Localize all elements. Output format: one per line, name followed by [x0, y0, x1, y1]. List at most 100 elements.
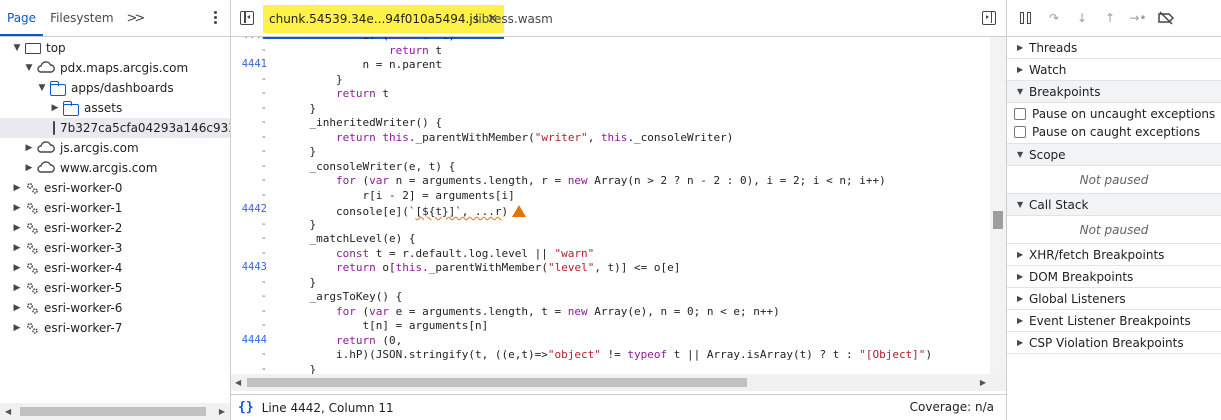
expand-icon[interactable]: ▶ [12, 243, 22, 253]
code-line[interactable]: if (null != t) [283, 37, 455, 43]
editor-tab-chunk[interactable]: chunk.54539.34e...94f010a5494.js ✕ [263, 5, 504, 39]
line-number[interactable]: 4441 [242, 58, 267, 72]
line-number[interactable]: - [261, 247, 267, 261]
deactivate-breakpoints-icon[interactable] [1157, 9, 1175, 27]
tree-item[interactable]: ▶ esri-worker-2 [0, 218, 230, 238]
line-number[interactable]: - [261, 305, 267, 319]
scroll-left-icon[interactable]: ◀ [235, 378, 241, 387]
code-line[interactable]: const t = r.default.log.level || "warn" [283, 247, 594, 261]
tab-filesystem[interactable]: Filesystem [43, 0, 120, 36]
toggle-debugger-icon[interactable] [982, 11, 996, 25]
tree-item[interactable]: ▶ esri-worker-3 [0, 238, 230, 258]
code-line[interactable]: } [283, 276, 316, 290]
code-line[interactable]: _argsToKey() { [283, 290, 402, 304]
tree-item[interactable]: ▶ js.arcgis.com [0, 138, 230, 158]
section-scope[interactable]: ▼ Scope [1007, 144, 1221, 166]
more-tabs-button[interactable]: >> [121, 0, 149, 36]
code-line[interactable]: t[n] = arguments[n] [283, 319, 488, 333]
line-number[interactable]: - [261, 102, 267, 116]
tree-item[interactable]: ▶ assets [0, 98, 230, 118]
line-number[interactable]: - [261, 73, 267, 87]
code-line[interactable]: return t [283, 44, 442, 58]
code-line[interactable]: return o[this._parentWithMember("level",… [283, 261, 680, 275]
line-number[interactable]: - [261, 189, 267, 203]
section-breakpoints[interactable]: ▼ Breakpoints [1007, 81, 1221, 103]
expand-icon[interactable]: ▶ [24, 143, 34, 153]
scroll-left-icon[interactable]: ◀ [5, 407, 11, 416]
section-watch[interactable]: ▶ Watch [1007, 59, 1221, 81]
tree-item[interactable]: ▶ esri-worker-5 [0, 278, 230, 298]
tab-page[interactable]: Page [0, 0, 44, 36]
section-csp-violation-breakpoints[interactable]: ▶ CSP Violation Breakpoints [1007, 332, 1221, 354]
step-out-icon[interactable]: ↑ [1101, 9, 1119, 27]
scrollbar-thumb[interactable] [993, 211, 1003, 229]
pause-caught-row[interactable]: Pause on caught exceptions [1007, 123, 1221, 144]
tree-item[interactable]: ▶ esri-worker-1 [0, 198, 230, 218]
section-global-listeners[interactable]: ▶ Global Listeners [1007, 288, 1221, 310]
collapse-icon[interactable]: ▼ [12, 43, 22, 53]
collapse-icon[interactable]: ▼ [24, 63, 34, 73]
code-line[interactable]: } [283, 218, 316, 232]
tree-item[interactable]: ▼ pdx.maps.arcgis.com [0, 58, 230, 78]
warning-icon[interactable] [512, 205, 527, 217]
section-dom-breakpoints[interactable]: ▶ DOM Breakpoints [1007, 266, 1221, 288]
line-number[interactable]: - [261, 319, 267, 333]
code-line[interactable]: } [283, 145, 316, 159]
navigator-horizontal-scrollbar[interactable]: ◀ ▶ [0, 403, 230, 420]
pause-caught-checkbox[interactable] [1014, 125, 1026, 138]
code-vertical-scrollbar[interactable] [990, 37, 1006, 374]
step-over-icon[interactable]: ↷ [1045, 9, 1063, 27]
code-line[interactable]: _matchLevel(e) { [283, 232, 415, 246]
pretty-print-icon[interactable]: {} [238, 400, 254, 415]
code-line[interactable]: n = n.parent [283, 58, 441, 72]
expand-icon[interactable]: ▶ [12, 323, 22, 333]
line-number[interactable]: - [261, 174, 267, 188]
line-number[interactable]: - [261, 218, 267, 232]
section-call-stack[interactable]: ▼ Call Stack [1007, 194, 1221, 216]
expand-icon[interactable]: ▶ [12, 283, 22, 293]
code-line[interactable]: r[i - 2] = arguments[i] [283, 189, 514, 203]
line-number[interactable]: - [261, 44, 267, 58]
line-number[interactable]: - [261, 131, 267, 145]
tree-item[interactable]: ▼ apps/dashboards [0, 78, 230, 98]
line-number[interactable]: - [261, 145, 267, 159]
expand-icon[interactable]: ▶ [12, 303, 22, 313]
toggle-navigator-icon[interactable] [240, 11, 254, 25]
line-number[interactable]: 4443 [242, 261, 267, 275]
code-line[interactable]: return (0, [283, 334, 402, 348]
source-code[interactable]: if (null != t) return t n = n.parent } r… [283, 37, 990, 374]
tree-item[interactable]: ▶ esri-worker-7 [0, 318, 230, 338]
code-line[interactable]: } [283, 73, 343, 87]
tree-item[interactable]: ▶ esri-worker-0 [0, 178, 230, 198]
code-line[interactable]: _consoleWriter(e, t) { [283, 160, 455, 174]
code-line[interactable]: } [283, 363, 316, 375]
scrollbar-thumb[interactable] [247, 378, 747, 387]
tree-item[interactable]: 7b327ca5cfa04293a146c933 [0, 118, 230, 138]
expand-icon[interactable]: ▶ [12, 223, 22, 233]
line-number[interactable]: - [261, 232, 267, 246]
line-number[interactable]: - [261, 290, 267, 304]
code-line[interactable]: console[e](`[${t}]`, ...r) [283, 203, 527, 218]
code-horizontal-scrollbar[interactable]: ◀ ▶ [231, 374, 1006, 391]
step-into-icon[interactable]: ↓ [1073, 9, 1091, 27]
section-xhr-breakpoints[interactable]: ▶ XHR/fetch Breakpoints [1007, 244, 1221, 266]
line-number[interactable]: 4444 [242, 334, 267, 348]
line-number[interactable]: - [261, 116, 267, 130]
code-area[interactable]: 4440-4441---------4442---4443----4444---… [231, 37, 1006, 374]
collapse-icon[interactable]: ▼ [37, 83, 47, 93]
pause-icon[interactable] [1017, 9, 1035, 27]
code-line[interactable]: return this._parentWithMember("writer", … [283, 131, 733, 145]
section-threads[interactable]: ▶ Threads [1007, 37, 1221, 59]
line-number[interactable]: 4442 [242, 203, 267, 217]
expand-icon[interactable]: ▶ [50, 103, 60, 113]
line-number[interactable]: - [261, 87, 267, 101]
code-line[interactable]: for (var e = arguments.length, t = new A… [283, 305, 780, 319]
code-line[interactable]: i.hP)(JSON.stringify(t, ((e,t)=>"object"… [283, 348, 932, 362]
scroll-right-icon[interactable]: ▶ [219, 407, 225, 416]
line-number-gutter[interactable]: 4440-4441---------4442---4443----4444--- [231, 37, 275, 374]
line-number[interactable]: - [261, 160, 267, 174]
code-line[interactable]: } [283, 102, 316, 116]
scroll-right-icon[interactable]: ▶ [980, 378, 986, 387]
tree-item[interactable]: ▶ esri-worker-4 [0, 258, 230, 278]
step-icon[interactable]: →• [1129, 9, 1147, 27]
